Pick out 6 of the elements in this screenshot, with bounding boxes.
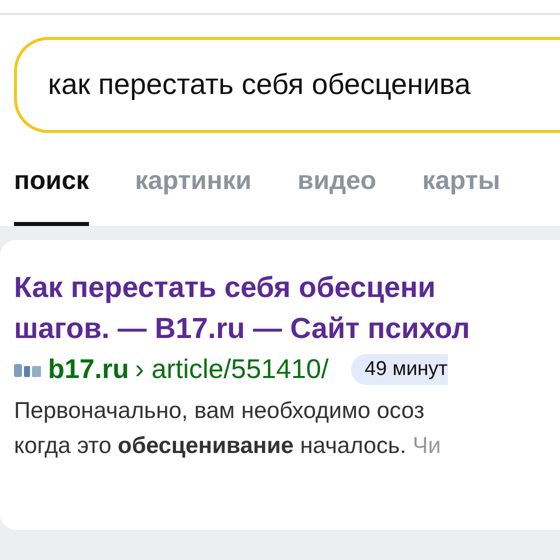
result-path: › article/551410/ (135, 354, 329, 385)
search-field[interactable]: как перестать себя обесценива (14, 37, 560, 133)
time-badge: 49 минут (350, 354, 448, 385)
result-domain-link[interactable]: b17.ru (48, 354, 130, 385)
result-title-link[interactable]: Как перестать себя обесцени шагов. — B17.ru — Сайт психол (14, 268, 560, 350)
result-snippet: Первоначально, вам необходимо осоз когда это обесценивание началось. Чи (14, 396, 442, 460)
